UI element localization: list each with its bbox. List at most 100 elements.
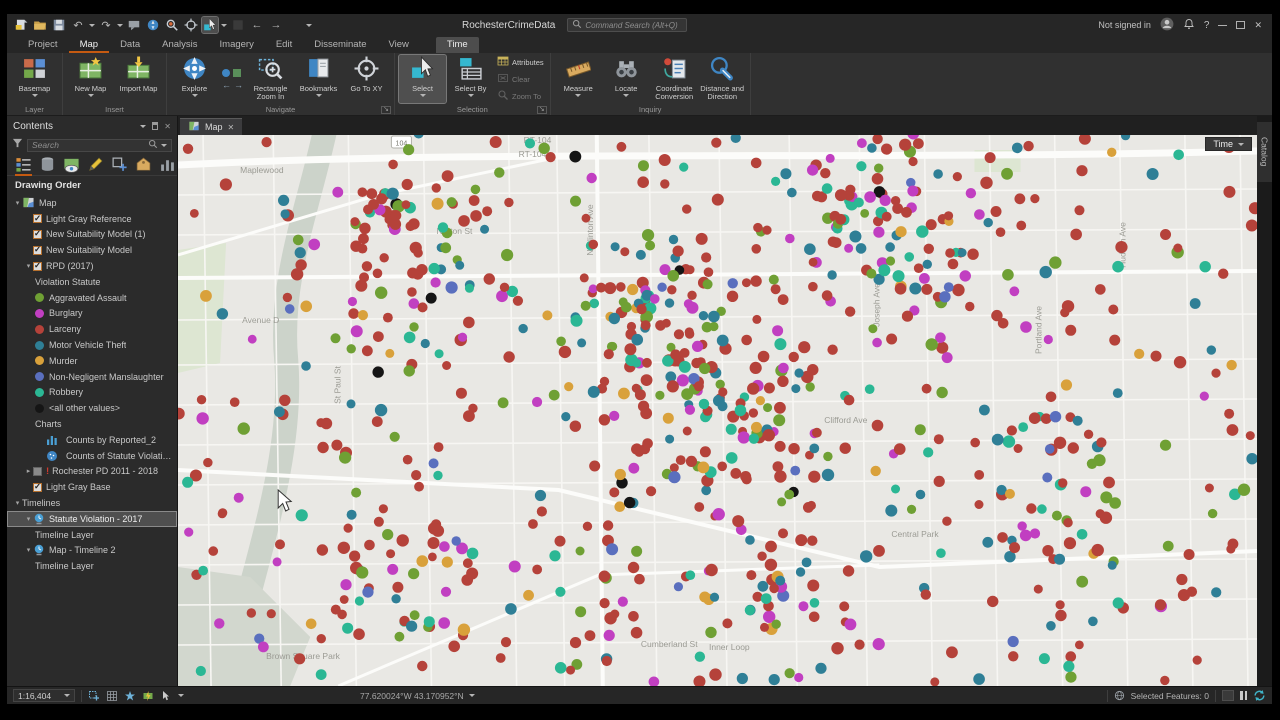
back-icon[interactable]: ← bbox=[249, 17, 265, 33]
undo-icon[interactable]: ↶ bbox=[70, 17, 86, 33]
tab-disseminate[interactable]: Disseminate bbox=[303, 37, 377, 53]
layer-item-new-suitability-model[interactable]: New Suitability Model bbox=[7, 242, 177, 258]
tab-edit[interactable]: Edit bbox=[265, 37, 303, 53]
expander-icon[interactable]: ▾ bbox=[24, 515, 33, 523]
layer-item-new-suitability-model-1[interactable]: New Suitability Model (1) bbox=[7, 227, 177, 243]
list-by-labeling-icon[interactable] bbox=[135, 156, 152, 173]
map-view-tab[interactable]: Map ✕ bbox=[180, 118, 243, 135]
layer-checkbox[interactable] bbox=[33, 466, 42, 476]
grid-icon[interactable] bbox=[106, 690, 118, 702]
coordinate-readout[interactable]: 77.620024°W 43.170952°N bbox=[360, 691, 475, 701]
feedback-icon[interactable] bbox=[126, 17, 142, 33]
coordinate-conversion-button[interactable]: Coordinate Conversion bbox=[651, 55, 698, 103]
new-feature-icon[interactable] bbox=[88, 690, 100, 702]
field-item-violation-statute[interactable]: Violation Statute bbox=[7, 274, 177, 290]
signin-status[interactable]: Not signed in bbox=[1098, 20, 1151, 30]
layer-item-rochester-pd-2011-2018[interactable]: ▸! Rochester PD 2011 - 2018 bbox=[7, 464, 177, 480]
selected-features-count[interactable]: Selected Features: 0 bbox=[1131, 691, 1209, 701]
locate-button[interactable]: Locate bbox=[603, 55, 650, 103]
statusbar-more-chevron[interactable] bbox=[178, 694, 184, 697]
next-extent-icon[interactable]: → bbox=[234, 80, 243, 90]
list-by-data-source-icon[interactable] bbox=[39, 156, 56, 173]
panel-menu-icon[interactable] bbox=[140, 124, 147, 128]
expander-icon[interactable]: ▾ bbox=[13, 199, 22, 207]
layer-checkbox[interactable] bbox=[33, 213, 42, 224]
select-button[interactable]: Select bbox=[398, 54, 447, 104]
open-project-icon[interactable] bbox=[32, 17, 48, 33]
fixed-zoom-cluster[interactable]: ← → bbox=[219, 55, 246, 103]
expander-icon[interactable]: ▾ bbox=[24, 546, 33, 554]
catalog-tab[interactable]: Catalog bbox=[1257, 122, 1272, 182]
full-extent-icon[interactable] bbox=[222, 68, 230, 77]
help-icon[interactable]: ? bbox=[1204, 20, 1210, 31]
layer-flash-icon[interactable] bbox=[142, 690, 154, 702]
expander-icon[interactable]: ▸ bbox=[24, 467, 33, 475]
sketch-icon[interactable] bbox=[124, 690, 136, 702]
account-icon[interactable] bbox=[1160, 17, 1174, 33]
tab-imagery[interactable]: Imagery bbox=[209, 37, 265, 53]
legend-item-robbery[interactable]: Robbery bbox=[7, 385, 177, 401]
list-by-editing-icon[interactable] bbox=[87, 156, 104, 173]
expander-icon[interactable]: ▾ bbox=[13, 499, 22, 507]
edit-tool-icon[interactable] bbox=[230, 17, 246, 33]
dialog-launcher-icon[interactable]: ↘ bbox=[381, 106, 391, 114]
tab-project[interactable]: Project bbox=[17, 37, 69, 53]
new-map-button[interactable]: New Map bbox=[67, 55, 114, 103]
new-project-icon[interactable] bbox=[13, 17, 29, 33]
basemap-button[interactable]: Basemap bbox=[11, 55, 58, 103]
legend-item-all-other-values[interactable]: <all other values> bbox=[7, 400, 177, 416]
zoom-tool-icon[interactable] bbox=[164, 17, 180, 33]
pin-icon[interactable] bbox=[152, 122, 159, 130]
legend-item-aggravated-assault[interactable]: Aggravated Assault bbox=[7, 290, 177, 306]
expander-icon[interactable]: ▾ bbox=[24, 262, 33, 270]
measure-button[interactable]: Measure bbox=[555, 55, 602, 103]
map-scale-selector[interactable]: 1:16,404 bbox=[13, 689, 75, 702]
pause-drawing-icon[interactable] bbox=[1240, 691, 1247, 700]
clear-button[interactable]: Clear bbox=[497, 72, 544, 86]
explore-tool-icon[interactable] bbox=[145, 17, 161, 33]
contents-search-input[interactable]: Search bbox=[27, 138, 172, 152]
tab-time[interactable]: Time bbox=[435, 37, 479, 53]
plain-item-timeline-layer[interactable]: Timeline Layer bbox=[7, 527, 177, 543]
command-search-box[interactable]: Command Search (Alt+Q) bbox=[567, 18, 688, 32]
go-to-xy-button[interactable]: Go To XY bbox=[343, 55, 390, 103]
layer-item-rpd-2017[interactable]: ▾ RPD (2017) bbox=[7, 258, 177, 274]
legend-item-larceny[interactable]: Larceny bbox=[7, 321, 177, 337]
explore-button[interactable]: Explore bbox=[171, 55, 218, 103]
distance-and-direction-button[interactable]: Distance and Direction bbox=[699, 55, 746, 103]
list-by-snapping-icon[interactable] bbox=[111, 156, 128, 173]
redo-icon[interactable]: ↷ bbox=[98, 17, 114, 33]
layer-checkbox[interactable] bbox=[33, 260, 42, 271]
refresh-icon[interactable] bbox=[1253, 689, 1266, 702]
layer-checkbox[interactable] bbox=[33, 228, 42, 239]
list-by-visibility-icon[interactable] bbox=[63, 156, 80, 173]
time-dropdown-button[interactable]: Time bbox=[1205, 137, 1252, 151]
snap-pointer-icon[interactable] bbox=[160, 690, 172, 702]
zoom-to-button[interactable]: Zoom To bbox=[497, 89, 544, 103]
tab-data[interactable]: Data bbox=[109, 37, 151, 53]
list-by-drawing-order-icon[interactable] bbox=[15, 156, 32, 176]
restore-button[interactable] bbox=[1236, 21, 1246, 29]
timeline-item-statute-violation-2017[interactable]: ▾ Statute Violation - 2017 bbox=[7, 510, 177, 527]
customize-qat-icon[interactable] bbox=[287, 17, 303, 33]
tab-view[interactable]: View bbox=[378, 37, 420, 53]
list-by-charts-icon[interactable] bbox=[159, 156, 176, 173]
panel-close-icon[interactable]: ✕ bbox=[164, 122, 171, 131]
map-view[interactable]: Maplewood 104 RT-104 RT-104 Norton St Avenue … bbox=[178, 135, 1257, 686]
chart-item-counts-by-reported-2[interactable]: Counts by Reported_2 bbox=[7, 432, 177, 448]
attribute-table-icon[interactable] bbox=[1222, 690, 1234, 701]
minimize-button[interactable] bbox=[1218, 24, 1228, 26]
select-by-button[interactable]: Select By bbox=[447, 55, 494, 103]
close-tab-icon[interactable]: ✕ bbox=[228, 123, 235, 132]
previous-extent-icon[interactable]: ← bbox=[222, 80, 231, 90]
layer-checkbox[interactable] bbox=[33, 244, 42, 255]
tab-map[interactable]: Map bbox=[68, 37, 110, 53]
layer-item-light-gray-base[interactable]: Light Gray Base bbox=[7, 479, 177, 495]
fixed-zoom-in-icon[interactable] bbox=[233, 68, 241, 77]
legend-item-murder[interactable]: Murder bbox=[7, 353, 177, 369]
rectangle-zoom-in-button[interactable]: Rectangle Zoom In bbox=[247, 55, 294, 103]
locate-tool-icon[interactable] bbox=[183, 17, 199, 33]
layer-checkbox[interactable] bbox=[33, 481, 42, 492]
group-item-timelines[interactable]: ▾ Timelines bbox=[7, 495, 177, 511]
import-map-button[interactable]: Import Map bbox=[115, 55, 162, 103]
